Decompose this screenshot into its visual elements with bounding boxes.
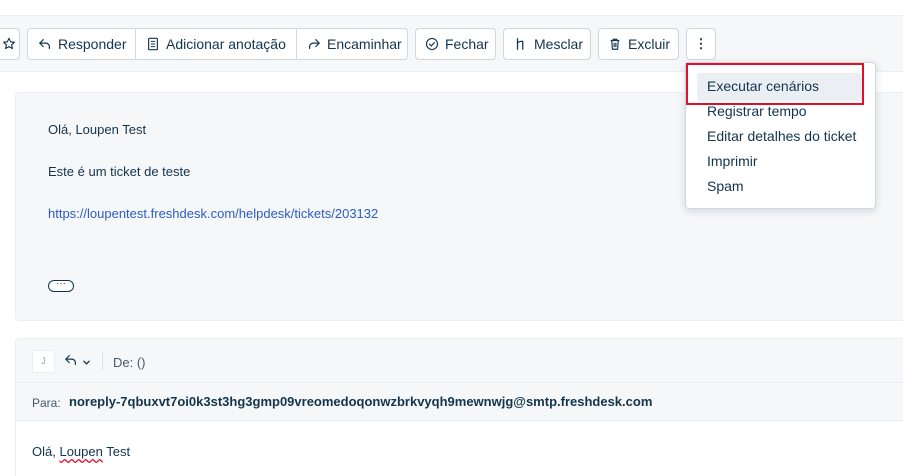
- more-actions-button[interactable]: ⋮: [686, 28, 716, 60]
- menu-item-print[interactable]: Imprimir: [707, 153, 758, 169]
- forward-icon: [307, 37, 321, 51]
- annotation-highlight-box: [686, 63, 864, 105]
- forward-button[interactable]: Encaminhar: [297, 29, 407, 59]
- note-icon: [146, 37, 160, 51]
- to-address[interactable]: noreply-7qbuxvt7oi0k3st3hg3gmp09vreomedo…: [69, 394, 652, 409]
- reply-icon: [64, 353, 78, 372]
- reply-header: J De: (): [16, 339, 903, 383]
- top-strip: [0, 0, 903, 16]
- reply-type-dropdown[interactable]: [64, 354, 94, 370]
- reply-text[interactable]: Olá, Loupen Test: [32, 444, 130, 459]
- menu-item-log-time[interactable]: Registrar tempo: [707, 103, 807, 119]
- trash-icon: [608, 37, 622, 51]
- check-circle-icon: [425, 37, 439, 51]
- from-field[interactable]: De: (): [113, 355, 146, 370]
- message-greeting: Olá, Loupen Test: [48, 122, 147, 137]
- more-icon: ⋮: [694, 36, 708, 51]
- to-row: Para: noreply-7qbuxvt7oi0k3st3hg3gmp09vr…: [16, 383, 903, 421]
- star-icon: [2, 37, 16, 51]
- menu-item-edit-ticket[interactable]: Editar detalhes do ticket: [707, 128, 856, 144]
- reply-button[interactable]: Responder: [28, 29, 136, 59]
- reply-greeting-name: Loupen: [59, 444, 103, 459]
- merge-button[interactable]: Mesclar: [503, 28, 591, 60]
- close-button[interactable]: Fechar: [415, 28, 496, 60]
- avatar: J: [32, 350, 55, 373]
- ticket-link[interactable]: https://loupentest.freshdesk.com/helpdes…: [48, 206, 378, 221]
- header-divider: [102, 352, 103, 370]
- close-label: Fechar: [445, 36, 489, 52]
- expand-quoted-button[interactable]: ···: [48, 279, 74, 292]
- add-note-button[interactable]: Adicionar anotação: [136, 29, 297, 59]
- merge-label: Mesclar: [534, 36, 584, 52]
- reply-greeting-prefix: Olá,: [32, 444, 60, 459]
- delete-button[interactable]: Excluir: [598, 28, 679, 60]
- add-note-label: Adicionar anotação: [166, 36, 286, 52]
- delete-label: Excluir: [628, 36, 671, 52]
- forward-label: Encaminhar: [327, 36, 402, 52]
- menu-item-spam[interactable]: Spam: [707, 178, 744, 194]
- reply-editor: J De: () Para: noreply-7qbuxvt7oi0k3st3h…: [15, 338, 903, 476]
- message-body: Este é um ticket de teste: [48, 164, 191, 179]
- to-label: Para:: [32, 396, 61, 410]
- reply-greeting-suffix: Test: [102, 444, 131, 459]
- star-button[interactable]: [0, 28, 20, 60]
- reply-label: Responder: [58, 36, 127, 52]
- action-button-group: Responder Adicionar anotação Encaminhar: [27, 28, 408, 60]
- merge-icon: [514, 37, 528, 51]
- chevron-down-icon: [82, 358, 91, 367]
- reply-icon: [38, 37, 52, 51]
